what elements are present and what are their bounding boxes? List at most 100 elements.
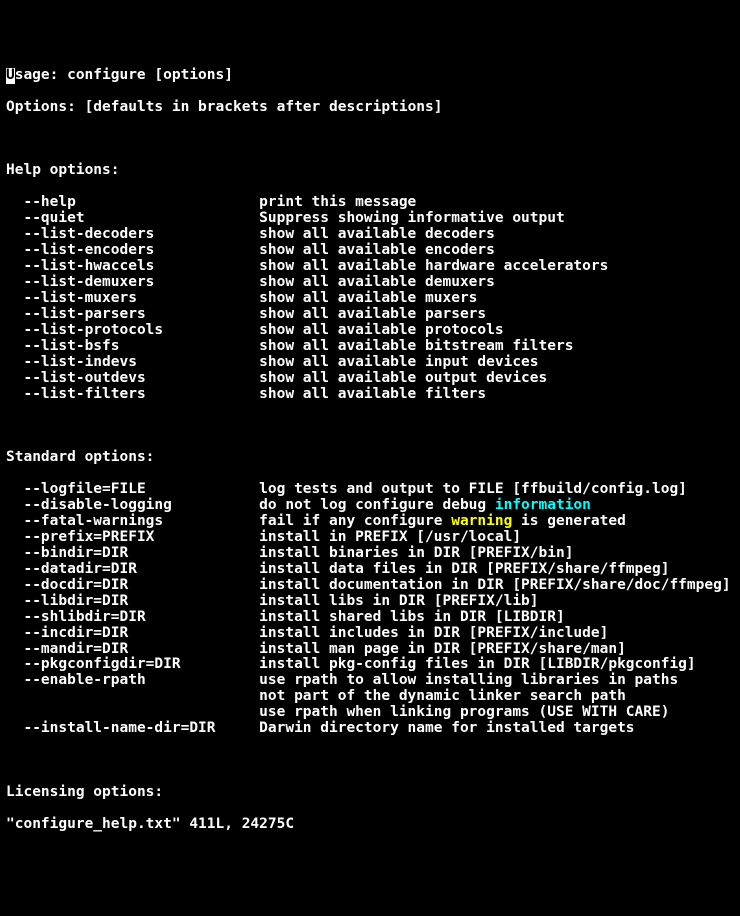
option-flag: --fatal-warnings [6, 514, 259, 530]
option-description: install libs in DIR [PREFIX/lib] [259, 593, 538, 609]
option-description: install data files in DIR [PREFIX/share/… [259, 561, 669, 577]
option-flag: --quiet [6, 211, 259, 227]
option-row: --quietSuppress showing informative outp… [6, 211, 734, 227]
option-flag: --mandir=DIR [6, 642, 259, 658]
option-description: log tests and output to FILE [ffbuild/co… [259, 481, 687, 497]
option-row: --fatal-warningsfail if any configure wa… [6, 514, 734, 530]
blank-line [6, 753, 734, 769]
option-description: Suppress showing informative output [259, 210, 565, 226]
option-row: --list-muxersshow all available muxers [6, 291, 734, 307]
option-row: --list-hwaccelsshow all available hardwa… [6, 259, 734, 275]
option-flag: --incdir=DIR [6, 626, 259, 642]
text-segment: install documentation in DIR [PREFIX/sha… [259, 577, 730, 593]
option-row: --disable-loggingdo not log configure de… [6, 498, 734, 514]
option-flag: --disable-logging [6, 498, 259, 514]
option-flag: --list-indevs [6, 355, 259, 371]
text-segment: install shared libs in DIR [LIBDIR] [259, 609, 565, 625]
text-segment: is generated [512, 513, 626, 529]
option-flag: --install-name-dir=DIR [6, 721, 259, 737]
option-description: show all available decoders [259, 226, 495, 242]
option-flag [6, 689, 259, 705]
text-segment: install libs in DIR [PREFIX/lib] [259, 593, 538, 609]
option-row: --list-parsersshow all available parsers [6, 307, 734, 323]
option-row: --prefix=PREFIXinstall in PREFIX [/usr/l… [6, 530, 734, 546]
option-flag: --datadir=DIR [6, 562, 259, 578]
option-description: install documentation in DIR [PREFIX/sha… [259, 577, 730, 593]
option-description: show all available input devices [259, 354, 538, 370]
option-description: show all available filters [259, 386, 486, 402]
help-options-header: Help options: [6, 163, 734, 179]
option-description: install shared libs in DIR [LIBDIR] [259, 609, 565, 625]
licensing-options-header: Licensing options: [6, 785, 734, 801]
option-row: --shlibdir=DIRinstall shared libs in DIR… [6, 610, 734, 626]
text-segment: fail if any configure [259, 513, 451, 529]
option-description: show all available demuxers [259, 274, 495, 290]
option-row: --logfile=FILElog tests and output to FI… [6, 482, 734, 498]
text-segment: install data files in DIR [PREFIX/share/… [259, 561, 669, 577]
standard-options-header: Standard options: [6, 450, 734, 466]
option-row: --libdir=DIRinstall libs in DIR [PREFIX/… [6, 594, 734, 610]
option-flag: --bindir=DIR [6, 546, 259, 562]
option-flag: --list-bsfs [6, 339, 259, 355]
option-description: show all available hardware accelerators [259, 258, 608, 274]
text-segment: do not log configure debug [259, 497, 495, 513]
option-flag: --list-encoders [6, 243, 259, 259]
option-flag: --list-parsers [6, 307, 259, 323]
option-description: install pkg-config files in DIR [LIBDIR/… [259, 656, 696, 672]
text-segment: install pkg-config files in DIR [LIBDIR/… [259, 656, 696, 672]
text-segment: log tests and output to FILE [ffbuild/co… [259, 481, 687, 497]
option-flag: --list-hwaccels [6, 259, 259, 275]
option-flag: --docdir=DIR [6, 578, 259, 594]
option-description: fail if any configure warning is generat… [259, 513, 626, 529]
option-description: show all available bitstream filters [259, 338, 573, 354]
option-row: --docdir=DIRinstall documentation in DIR… [6, 578, 734, 594]
option-row: --mandir=DIRinstall man page in DIR [PRE… [6, 642, 734, 658]
option-flag: --list-demuxers [6, 275, 259, 291]
option-flag: --help [6, 195, 259, 211]
text-segment: install includes in DIR [PREFIX/include] [259, 625, 608, 641]
option-row: --list-decodersshow all available decode… [6, 227, 734, 243]
option-row: --list-encodersshow all available encode… [6, 243, 734, 259]
option-description: not part of the dynamic linker search pa… [259, 688, 626, 704]
blank-line [6, 418, 734, 434]
option-description: show all available output devices [259, 370, 547, 386]
option-description: show all available parsers [259, 306, 486, 322]
options-line: Options: [defaults in brackets after des… [6, 100, 734, 116]
option-description: show all available encoders [259, 242, 495, 258]
option-flag: --pkgconfigdir=DIR [6, 657, 259, 673]
option-flag: --list-protocols [6, 323, 259, 339]
option-flag [6, 705, 259, 721]
option-flag: --list-muxers [6, 291, 259, 307]
option-row: --list-bsfsshow all available bitstream … [6, 339, 734, 355]
option-flag: --shlibdir=DIR [6, 610, 259, 626]
option-row: --list-demuxersshow all available demuxe… [6, 275, 734, 291]
highlight-cyan: information [495, 497, 591, 513]
option-description: Darwin directory name for installed targ… [259, 720, 634, 736]
usage-line: Usage: configure [options] [6, 68, 734, 84]
option-description: show all available protocols [259, 322, 503, 338]
text-segment: install binaries in DIR [PREFIX/bin] [259, 545, 573, 561]
text-segment: Darwin directory name for installed targ… [259, 720, 634, 736]
option-flag: --prefix=PREFIX [6, 530, 259, 546]
option-description: install includes in DIR [PREFIX/include] [259, 625, 608, 641]
option-description: install binaries in DIR [PREFIX/bin] [259, 545, 573, 561]
option-row: --helpprint this message [6, 195, 734, 211]
option-description: use rpath to allow installing libraries … [259, 672, 678, 688]
text-segment: not part of the dynamic linker search pa… [259, 688, 626, 704]
help-options-block: --helpprint this message --quietSuppress… [6, 195, 734, 402]
option-row: not part of the dynamic linker search pa… [6, 689, 734, 705]
option-description: print this message [259, 194, 416, 210]
text-segment: install man page in DIR [PREFIX/share/ma… [259, 641, 626, 657]
option-row: use rpath when linking programs (USE WIT… [6, 705, 734, 721]
option-row: --enable-rpathuse rpath to allow install… [6, 673, 734, 689]
cursor-block: U [6, 68, 15, 84]
text-segment: install in PREFIX [/usr/local] [259, 529, 521, 545]
option-flag: --enable-rpath [6, 673, 259, 689]
option-description: do not log configure debug information [259, 497, 591, 513]
option-row: --install-name-dir=DIRDarwin directory n… [6, 721, 734, 737]
option-flag: --list-outdevs [6, 371, 259, 387]
standard-options-block: --logfile=FILElog tests and output to FI… [6, 482, 734, 737]
option-flag: --libdir=DIR [6, 594, 259, 610]
option-flag: --list-filters [6, 387, 259, 403]
option-row: --list-indevsshow all available input de… [6, 355, 734, 371]
